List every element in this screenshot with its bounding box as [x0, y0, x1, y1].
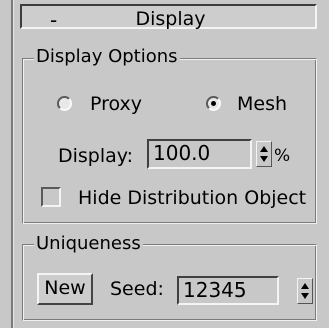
spinner-up-icon[interactable] — [260, 146, 268, 152]
proxy-radio[interactable] — [57, 96, 72, 111]
display-percent-input[interactable]: 100.0 — [147, 139, 252, 169]
display-options-label: Display Options — [34, 46, 180, 67]
mesh-radio[interactable] — [206, 96, 221, 111]
proxy-radio-label[interactable]: Proxy — [90, 93, 142, 115]
panel-left-highlight — [13, 0, 14, 328]
uniqueness-label: Uniqueness — [34, 233, 143, 254]
seed-spinner[interactable] — [297, 278, 313, 304]
seed-input[interactable]: 12345 — [177, 276, 279, 305]
rollout-header-display[interactable]: - Display — [20, 4, 317, 32]
radio-selected-dot — [211, 101, 216, 106]
mesh-radio-label[interactable]: Mesh — [237, 93, 287, 115]
spinner-down-icon[interactable] — [260, 156, 268, 162]
spinner-up-icon[interactable] — [301, 283, 309, 289]
display-percent-unit: % — [274, 146, 291, 166]
display-percent-label: Display: — [58, 145, 134, 167]
spinner-down-icon[interactable] — [301, 293, 309, 299]
new-seed-button[interactable]: New — [37, 273, 93, 305]
seed-label: Seed: — [110, 278, 164, 300]
rollout-title: Display — [135, 8, 206, 30]
hide-distribution-checkbox[interactable] — [41, 187, 61, 207]
display-percent-spinner[interactable] — [256, 141, 272, 167]
hide-distribution-label[interactable]: Hide Distribution Object — [78, 187, 306, 209]
